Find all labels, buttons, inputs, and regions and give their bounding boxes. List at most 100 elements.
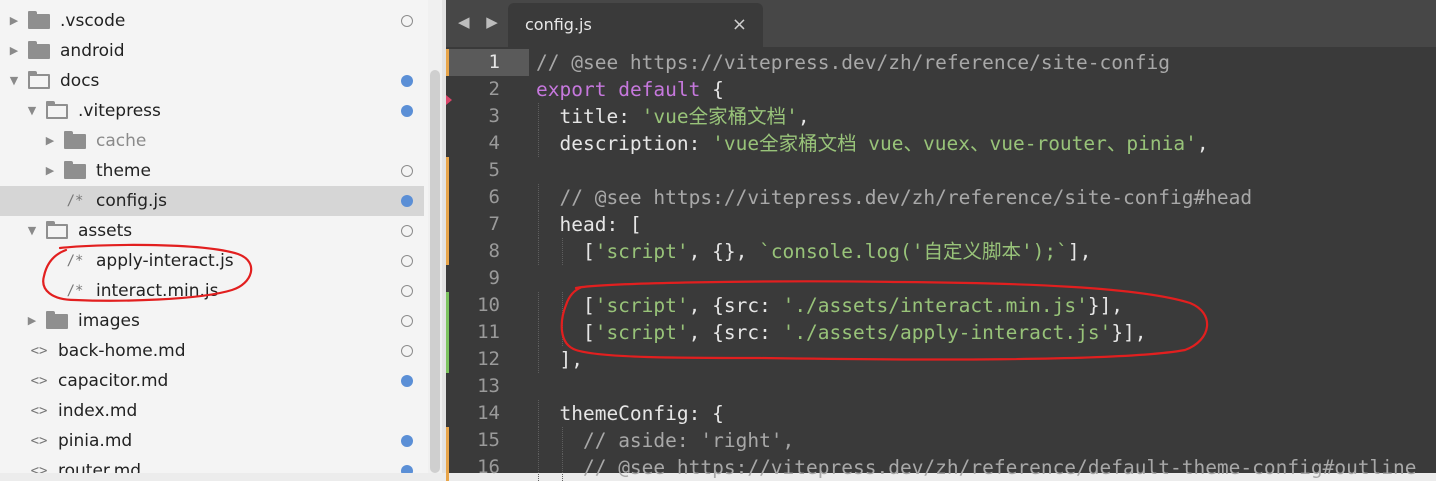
file-tree-item-label: index.md xyxy=(58,401,138,421)
line-gutter: 14 xyxy=(449,400,529,427)
close-icon[interactable]: × xyxy=(732,14,747,35)
code-line[interactable]: 9 xyxy=(446,265,1436,292)
file-tree-item[interactable]: ▶ .vscode xyxy=(0,6,424,36)
js-file-icon: /* xyxy=(66,283,84,299)
code-text: title: 'vue全家桶文档', xyxy=(536,103,809,130)
code-line[interactable]: 16 // @see https://vitepress.dev/zh/refe… xyxy=(446,454,1436,481)
code-line[interactable]: 2 export default { xyxy=(446,76,1436,103)
code-line[interactable]: 5 xyxy=(446,157,1436,184)
code-line[interactable]: 12 ], xyxy=(446,346,1436,373)
folder-icon xyxy=(64,161,86,179)
code-punct: : [ xyxy=(606,213,642,236)
code-area[interactable]: 1 // @see https://vitepress.dev/zh/refere… xyxy=(446,47,1436,481)
tab-bar: ◀ ▶ config.js × xyxy=(446,0,1436,47)
line-number: 15 xyxy=(477,429,500,451)
chevron-down-icon[interactable]: ▼ xyxy=(26,216,38,246)
code-text: head: [ xyxy=(536,211,642,238)
file-tree-item[interactable]: <> back-home.md xyxy=(0,336,424,366)
file-tree-item[interactable]: ▼ assets xyxy=(0,216,424,246)
code-line[interactable]: 6 // @see https://vitepress.dev/zh/refer… xyxy=(446,184,1436,211)
file-tree-item[interactable]: /* apply-interact.js xyxy=(0,246,424,276)
file-tree-item[interactable]: /* interact.min.js xyxy=(0,276,424,306)
code-text: ['script', {src: './assets/apply-interac… xyxy=(536,319,1147,346)
code-line[interactable]: 3 title: 'vue全家桶文档', xyxy=(446,103,1436,130)
file-tree-item[interactable]: <> router.md xyxy=(0,456,424,473)
file-tree-item-label: router.md xyxy=(58,461,142,473)
file-tree-item[interactable]: <> capacitor.md xyxy=(0,366,424,396)
code-line[interactable]: 11 ['script', {src: './assets/apply-inte… xyxy=(446,319,1436,346)
code-text: export default { xyxy=(536,76,724,103)
code-punct: : xyxy=(618,105,642,128)
line-gutter: 1 xyxy=(449,49,529,76)
file-tree-item[interactable]: <> pinia.md xyxy=(0,426,424,456)
unchanged-status-icon xyxy=(401,225,413,237)
file-tree-item[interactable]: /* config.js xyxy=(0,186,424,216)
file-explorer-sidebar: ▶ .vscode ▶ android ▼ docs ▼ .vitepress ▶ cache ▶ t… xyxy=(0,0,428,473)
code-punct xyxy=(536,456,583,479)
code-line[interactable]: 13 xyxy=(446,373,1436,400)
line-gutter: 2 xyxy=(449,76,529,103)
file-tree-item[interactable]: ▼ .vitepress xyxy=(0,96,424,126)
file-tree-item[interactable]: ▶ android xyxy=(0,36,424,66)
chevron-right-icon[interactable]: ▶ xyxy=(44,126,56,156)
code-string: './assets/apply-interact.js' xyxy=(782,321,1112,344)
code-line[interactable]: 14 themeConfig: { xyxy=(446,400,1436,427)
chevron-down-icon[interactable]: ▼ xyxy=(8,66,20,96)
file-tree-item-label: images xyxy=(78,311,140,331)
unchanged-status-icon xyxy=(401,15,413,27)
code-punct xyxy=(536,402,559,425)
file-tree-item[interactable]: <> index.md xyxy=(0,396,424,426)
code-punct: : xyxy=(759,294,783,317)
chevron-right-icon[interactable]: ▶ xyxy=(8,6,20,36)
file-tree-item[interactable]: ▶ theme xyxy=(0,156,424,186)
code-line[interactable]: 8 ['script', {}, `console.log('自定义脚本');`… xyxy=(446,238,1436,265)
code-punct: }], xyxy=(1087,294,1124,317)
line-gutter: 16 xyxy=(449,454,529,481)
sidebar-scrollbar-thumb[interactable] xyxy=(430,70,440,473)
code-text: themeConfig: { xyxy=(536,400,724,427)
modified-status-icon xyxy=(401,75,413,87)
code-text: ['script', {}, `console.log('自定义脚本');`], xyxy=(536,238,1091,265)
code-line[interactable]: 15 // aside: 'right', xyxy=(446,427,1436,454)
modified-status-icon xyxy=(401,465,413,473)
line-gutter: 6 xyxy=(449,184,529,211)
tab-nav-arrows[interactable]: ◀ ▶ xyxy=(458,10,504,34)
code-string: './assets/interact.min.js' xyxy=(782,294,1088,317)
code-text: // aside: 'right', xyxy=(536,427,794,454)
code-punct: }], xyxy=(1111,321,1147,344)
sidebar-scrollbar[interactable] xyxy=(428,0,442,473)
code-line[interactable]: 1 // @see https://vitepress.dev/zh/refere… xyxy=(446,49,1436,76)
modified-status-icon xyxy=(401,105,413,117)
code-text: // @see https://vitepress.dev/zh/referen… xyxy=(536,49,1170,76)
line-gutter: 8 xyxy=(449,238,529,265)
line-gutter: 15 xyxy=(449,427,529,454)
code-line[interactable]: 4 description: 'vue全家桶文档 vue、vuex、vue-ro… xyxy=(446,130,1436,157)
chevron-right-icon[interactable]: ▶ xyxy=(8,36,20,66)
code-property: title xyxy=(559,105,619,128)
markdown-file-icon: <> xyxy=(30,403,48,419)
chevron-right-icon[interactable]: ▶ xyxy=(44,156,56,186)
code-punct: , { xyxy=(688,294,724,317)
code-keyword: export xyxy=(536,78,607,101)
chevron-down-icon[interactable]: ▼ xyxy=(26,96,38,126)
folder-icon xyxy=(64,131,86,149)
code-line[interactable]: 7 head: [ xyxy=(446,211,1436,238)
modified-status-icon xyxy=(401,375,413,387)
code-line[interactable]: 10 ['script', {src: './assets/interact.m… xyxy=(446,292,1436,319)
line-number: 5 xyxy=(488,159,500,181)
code-text: description: 'vue全家桶文档 vue、vuex、vue-rout… xyxy=(536,130,1208,157)
file-tree-item[interactable]: ▶ images xyxy=(0,306,424,336)
code-comment: // aside: 'right', xyxy=(582,429,795,452)
code-text: ], xyxy=(536,346,583,373)
code-property: head xyxy=(559,213,607,236)
file-tree-item-label: android xyxy=(60,41,125,61)
code-punct: : { xyxy=(688,402,724,425)
file-tree-item[interactable]: ▶ cache xyxy=(0,126,424,156)
tab-config-js[interactable]: config.js × xyxy=(508,3,763,47)
code-string: 'script' xyxy=(594,321,689,344)
file-tree-item-label: .vitepress xyxy=(78,101,161,121)
file-tree-item[interactable]: ▼ docs xyxy=(0,66,424,96)
code-punct: , {}, xyxy=(688,240,760,263)
line-gutter: 7 xyxy=(449,211,529,238)
chevron-right-icon[interactable]: ▶ xyxy=(26,306,38,336)
